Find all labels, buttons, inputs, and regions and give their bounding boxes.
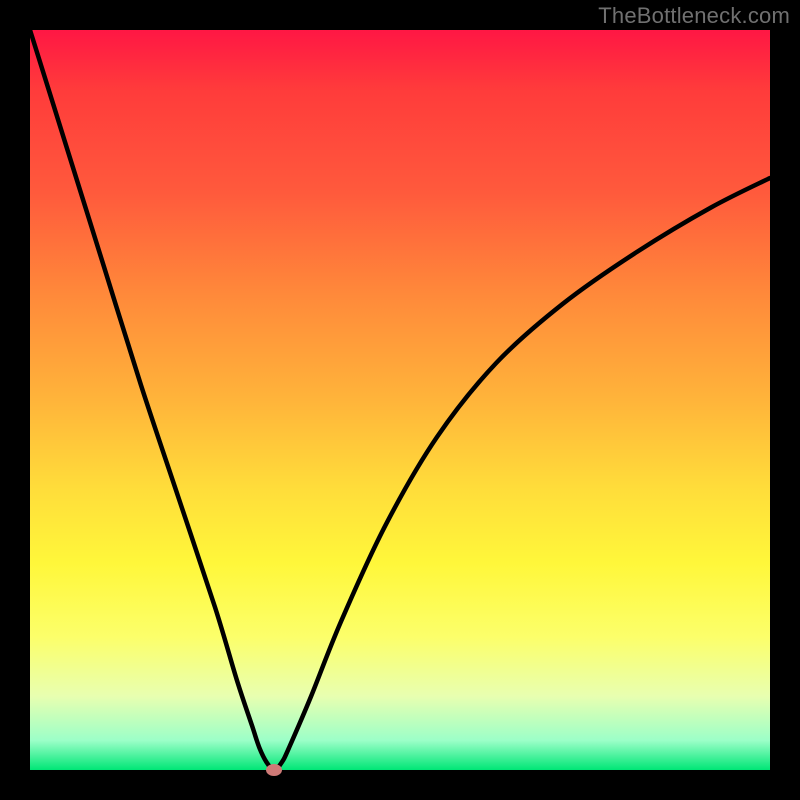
bottleneck-curve [30,30,770,770]
plot-area [30,30,770,770]
watermark-text: TheBottleneck.com [598,3,790,29]
chart-frame: TheBottleneck.com [0,0,800,800]
optimal-point-marker [266,764,282,776]
